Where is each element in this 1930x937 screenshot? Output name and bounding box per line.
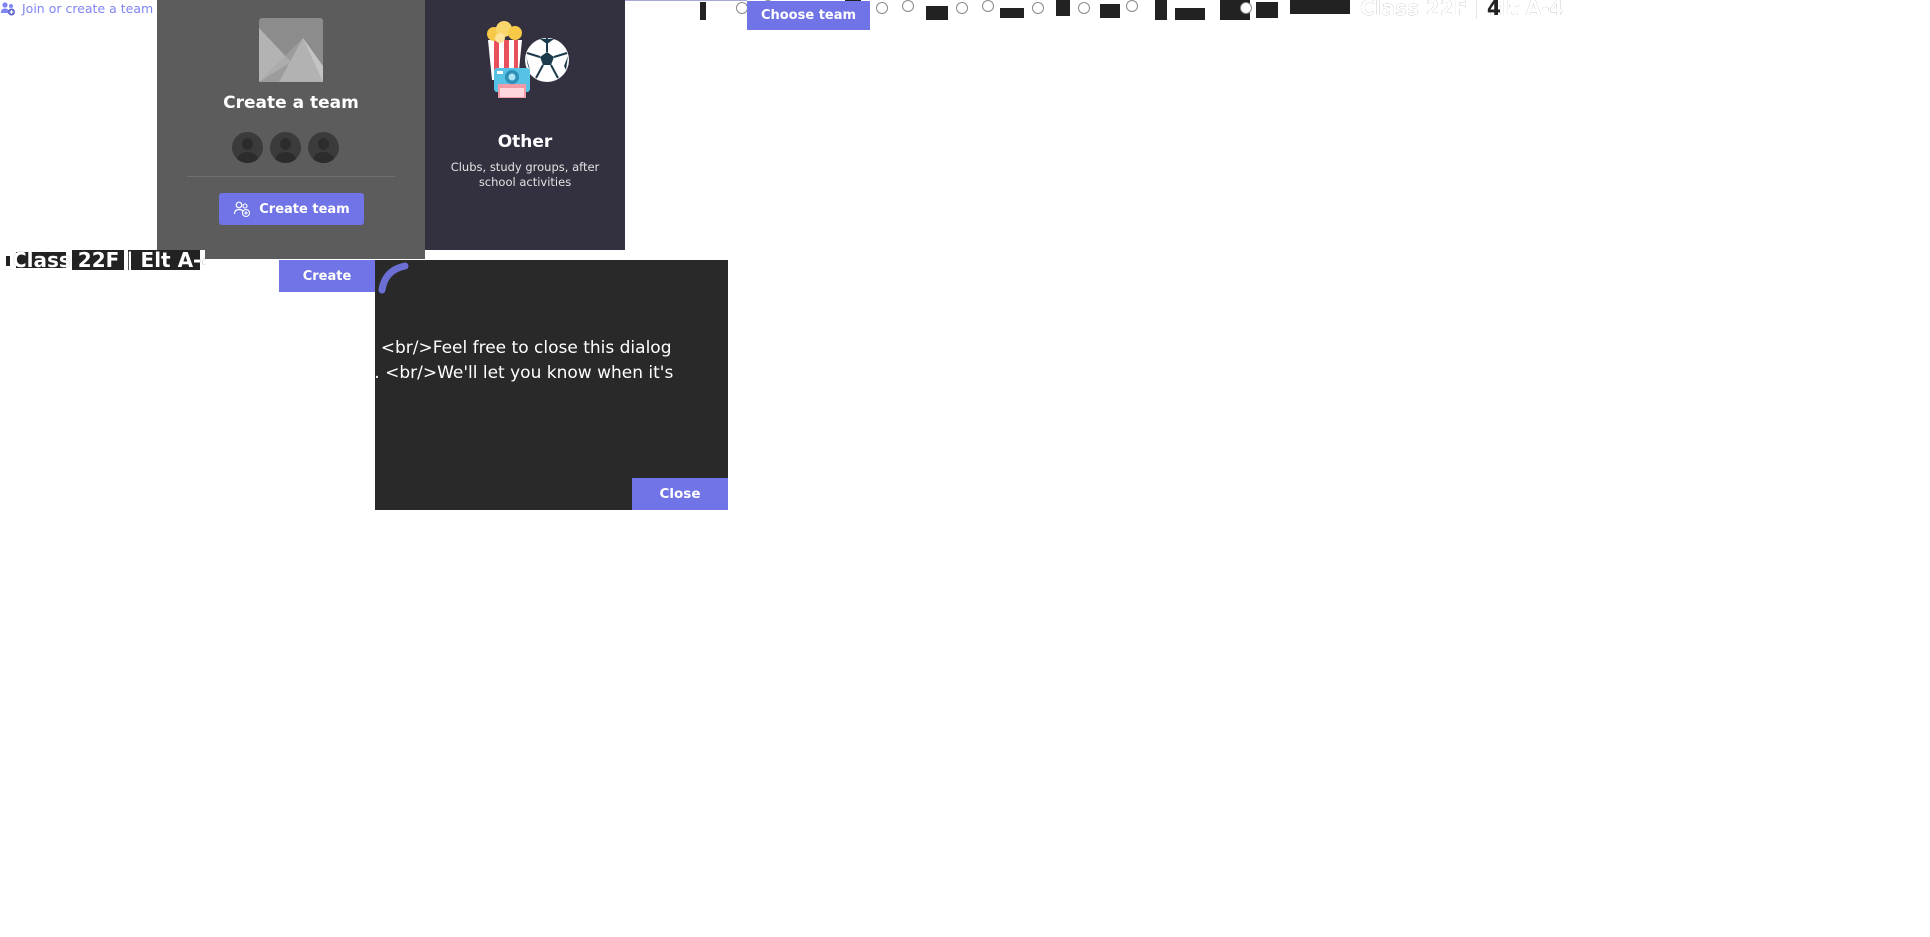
other-card-description: Clubs, study groups, after school activi… — [450, 160, 600, 189]
other-team-type-card[interactable]: Other Clubs, study groups, after school … — [425, 0, 625, 250]
create-team-card[interactable]: Create a team Create team — [157, 0, 425, 259]
join-link-label: Join or create a team — [22, 0, 154, 16]
other-card-title: Other — [497, 132, 553, 152]
avatar — [308, 132, 339, 163]
join-or-create-team-link[interactable]: Join or create a team — [0, 0, 153, 16]
close-button[interactable]: Close — [632, 478, 728, 510]
popcorn-soccer-illustration — [487, 21, 569, 98]
team-placeholder-image — [259, 18, 323, 82]
card-divider — [187, 176, 395, 177]
choose-team-button[interactable]: Choose team — [747, 1, 870, 30]
notice-message: creating your team. <br/>Feel free to cl… — [375, 338, 674, 383]
avatar — [232, 132, 263, 163]
divider-line — [625, 0, 747, 1]
create-team-button[interactable]: Create team — [219, 193, 364, 225]
create-team-title: Create a team — [223, 93, 359, 113]
create-team-button-label: Create team — [259, 201, 350, 217]
left-artifact-title: Class 22F | Elt A-4 — [12, 250, 205, 271]
header-artifact-title: Class 22F | Elt A-4 — [1360, 0, 1564, 19]
team-creation-notice-dialog: creating your team. <br/>Feel free to cl… — [375, 260, 728, 510]
header-render-artifact: Class 22F | Elt A-4 4 — [700, 0, 1900, 22]
header-artifact-fragment: 4 — [1487, 0, 1501, 19]
left-render-artifact: Class 22F | Elt A-4 — [0, 250, 205, 272]
people-add-icon — [234, 201, 251, 218]
loading-spinner-icon — [378, 262, 409, 294]
avatar — [270, 132, 301, 163]
teams-people-icon — [0, 2, 15, 16]
member-avatars — [232, 132, 339, 163]
create-button[interactable]: Create — [279, 260, 375, 292]
